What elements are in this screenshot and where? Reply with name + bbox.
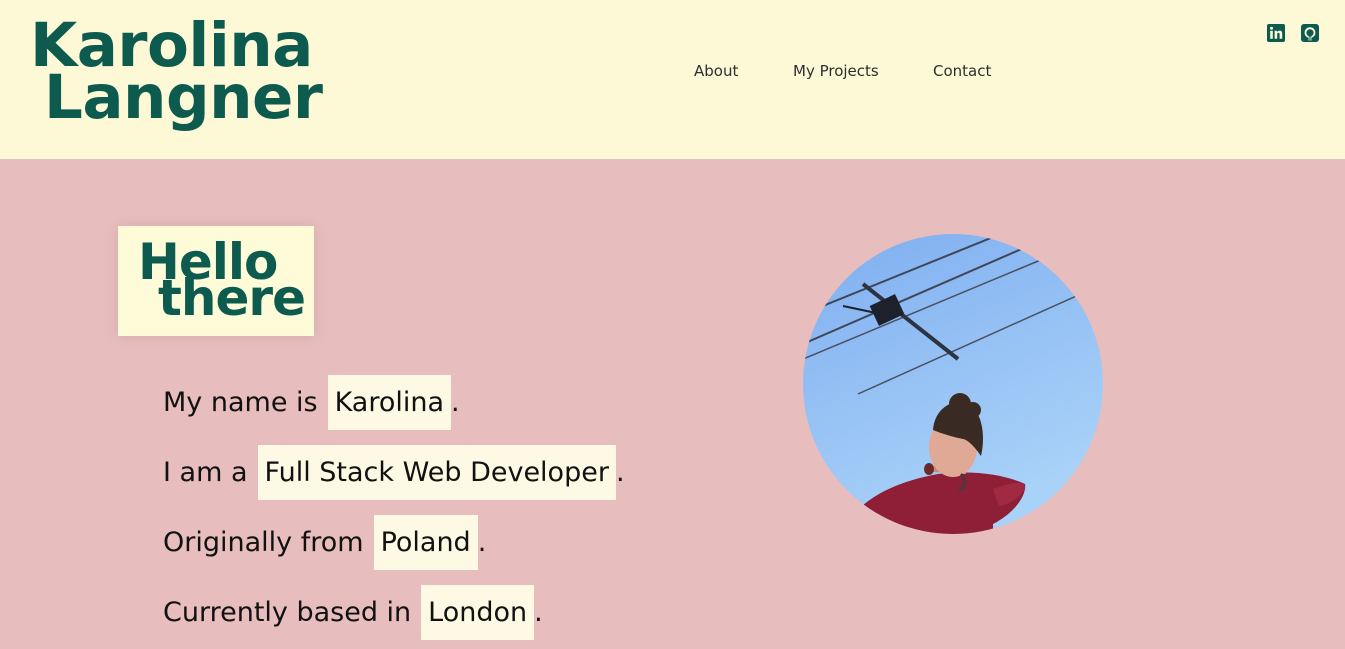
greeting-box: Hello there <box>118 226 314 336</box>
intro-suffix: . <box>477 527 487 558</box>
github-icon[interactable] <box>1301 24 1319 42</box>
nav-contact[interactable]: Contact <box>933 62 991 80</box>
site-logo[interactable]: Karolina Langner <box>30 15 323 133</box>
intro-suffix: . <box>451 387 460 418</box>
intro-highlight: Full Stack Web Developer <box>257 445 616 500</box>
intro-line-origin: Originally from Poland. <box>163 515 486 570</box>
site-header: Karolina Langner About My Projects Conta… <box>0 0 1345 159</box>
intro-prefix: My name is <box>163 387 318 418</box>
greeting-line-2: there <box>158 269 306 327</box>
intro-line-role: I am a Full Stack Web Developer. <box>163 445 625 500</box>
intro-highlight: London <box>421 585 535 640</box>
profile-photo <box>803 234 1103 534</box>
intro-prefix: Currently based in <box>163 597 412 628</box>
intro-prefix: Originally from <box>163 527 364 558</box>
intro-highlight: Poland <box>373 515 478 570</box>
intro-line-location: Currently based in London. <box>163 585 543 640</box>
intro-line-name: My name is Karolina. <box>163 375 460 430</box>
logo-last-name: Langner <box>44 62 323 133</box>
intro-suffix: . <box>534 597 543 628</box>
intro-suffix: . <box>615 457 625 488</box>
nav-my-projects[interactable]: My Projects <box>793 62 879 80</box>
nav-about[interactable]: About <box>694 62 738 80</box>
profile-photo-illustration <box>803 234 1103 534</box>
intro-prefix: I am a <box>163 457 248 488</box>
linkedin-icon[interactable] <box>1267 24 1285 42</box>
intro-highlight: Karolina <box>327 375 452 430</box>
greeting-heading: Hello there <box>138 232 306 327</box>
